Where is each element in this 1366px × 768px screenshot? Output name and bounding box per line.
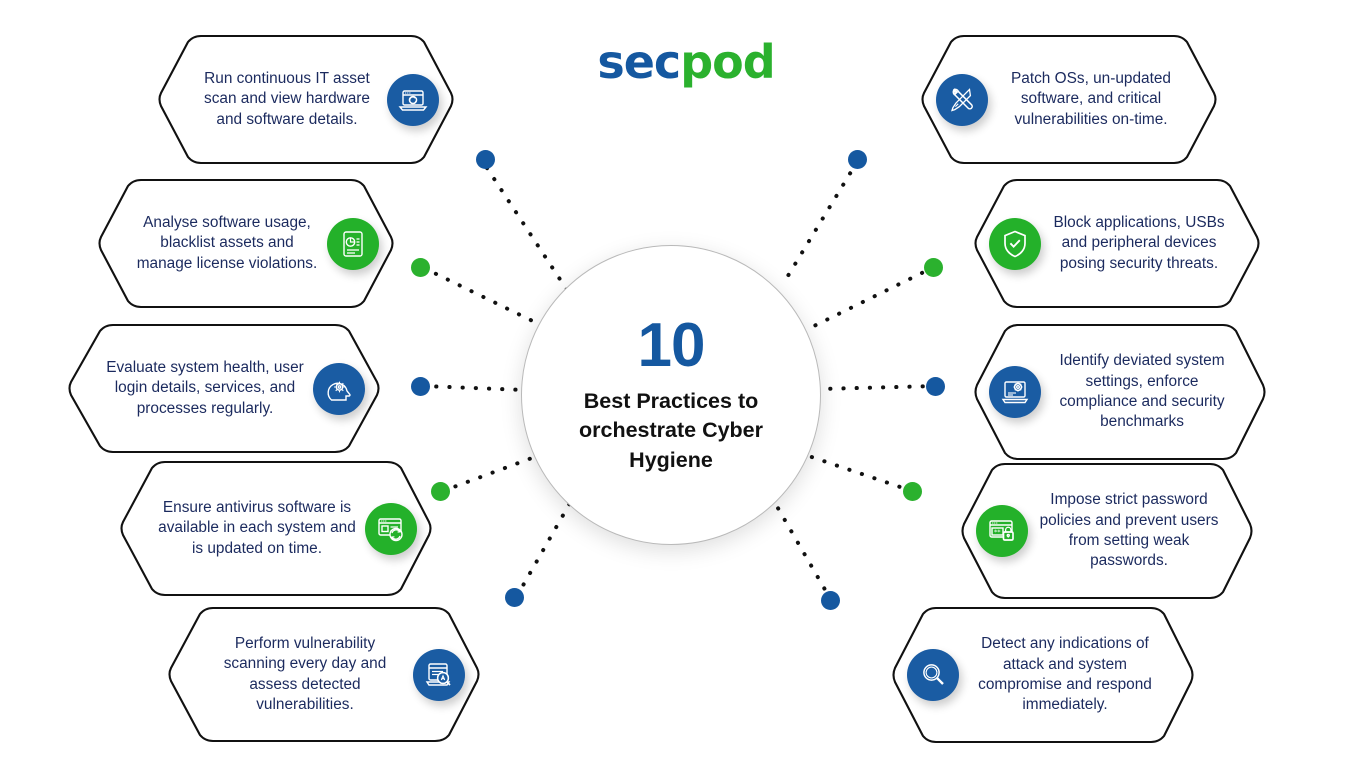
connector-dot-right-2 [924,258,943,277]
practice-text: Block applications, USBs and peripheral … [1053,213,1225,272]
connector-dot-left-2 [411,258,430,277]
practice-card-right-4[interactable]: ** Impose strict password policies and p… [958,461,1256,601]
wrench-screwdriver-icon [936,73,988,126]
laptop-gear-icon [989,366,1041,418]
practice-text: Patch OSs, un-updated software, and crit… [1011,69,1171,128]
practice-text: Impose strict password policies and prev… [1039,491,1219,570]
infographic-canvas: sec pod 10 Best Practices to orchestrate … [0,0,1366,768]
center-headline: Best Practices to orchestrate Cyber Hygi… [578,388,764,472]
practice-card-left-2[interactable]: Analyse software usage, blacklist assets… [95,177,397,310]
connector-dot-left-3 [411,377,430,396]
logo-text-pod: pod [680,35,775,89]
practice-card-right-1[interactable]: Patch OSs, un-updated software, and crit… [918,33,1220,166]
practice-text: Perform vulnerability scanning every day… [223,634,387,713]
practice-text: Evaluate system health, user login detai… [106,358,304,417]
practice-text: Analyse software usage, blacklist assets… [136,213,318,272]
connector-dot-right-4 [903,482,922,501]
shield-check-icon [989,217,1041,270]
practice-text: Run continuous IT asset scan and view ha… [204,69,370,128]
logo-text-sec: sec [597,35,681,89]
magnifier-icon [907,649,959,701]
connector-dot-right-5 [821,591,840,610]
practice-card-right-3[interactable]: Identify deviated system settings, enfor… [971,322,1269,462]
report-chart-icon [327,217,379,270]
connector-dot-left-1 [476,150,495,169]
center-hub: 10 Best Practices to orchestrate Cyber H… [521,245,821,545]
practice-card-left-1[interactable]: Run continuous IT asset scan and view ha… [155,33,457,166]
practice-text: Detect any indications of attack and sys… [978,635,1152,714]
connector-dot-right-1 [848,150,867,169]
secpod-logo: sec pod [566,38,806,86]
practice-text: Identify deviated system settings, enfor… [1059,352,1225,431]
practice-card-left-3[interactable]: Evaluate system health, user login detai… [65,322,383,455]
practice-card-right-5[interactable]: Detect any indications of attack and sys… [889,605,1197,745]
connector-dot-right-3 [926,377,945,396]
connector-dot-left-5 [505,588,524,607]
practice-text: Ensure antivirus software is available i… [158,498,356,557]
laptop-scan-icon [387,73,439,126]
head-gear-icon [313,362,365,415]
laptop-magnifier-icon [413,648,465,701]
svg-text:**: ** [994,528,1001,536]
practice-card-left-4[interactable]: Ensure antivirus software is available i… [117,459,435,598]
window-refresh-icon [365,502,417,555]
practice-card-left-5[interactable]: Perform vulnerability scanning every day… [165,605,483,744]
center-number: 10 [637,310,706,380]
password-lock-icon: ** [976,505,1028,557]
practice-card-right-2[interactable]: Block applications, USBs and peripheral … [971,177,1263,310]
